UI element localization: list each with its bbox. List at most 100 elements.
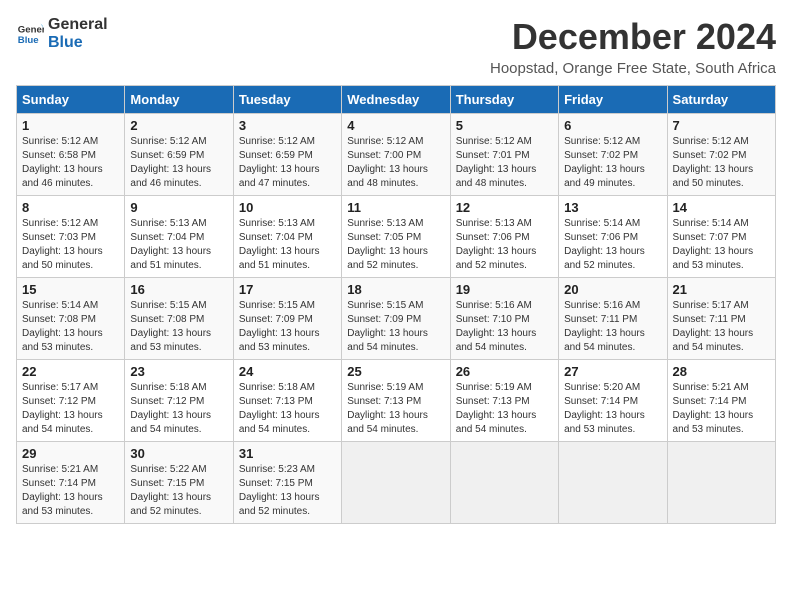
day-number: 17 <box>239 282 336 297</box>
logo-icon: General Blue <box>16 20 44 48</box>
day-number: 29 <box>22 446 119 461</box>
day-info: Sunrise: 5:17 AMSunset: 7:11 PMDaylight:… <box>673 299 770 355</box>
day-info: Sunrise: 5:15 AMSunset: 7:09 PMDaylight:… <box>347 299 444 355</box>
day-number: 1 <box>22 118 119 133</box>
day-number: 25 <box>347 364 444 379</box>
calendar-cell: 2 Sunrise: 5:12 AMSunset: 6:59 PMDaylight… <box>125 114 233 196</box>
day-info: Sunrise: 5:22 AMSunset: 7:15 PMDaylight:… <box>130 463 227 519</box>
calendar-cell: 28 Sunrise: 5:21 AMSunset: 7:14 PMDayligh… <box>667 360 775 442</box>
day-info: Sunrise: 5:12 AMSunset: 7:02 PMDaylight:… <box>673 135 770 191</box>
calendar-cell <box>450 442 558 524</box>
column-header-sunday: Sunday <box>17 86 125 114</box>
column-header-saturday: Saturday <box>667 86 775 114</box>
calendar-cell: 22 Sunrise: 5:17 AMSunset: 7:12 PMDayligh… <box>17 360 125 442</box>
day-info: Sunrise: 5:21 AMSunset: 7:14 PMDaylight:… <box>22 463 119 519</box>
column-header-friday: Friday <box>559 86 667 114</box>
day-number: 12 <box>456 200 553 215</box>
day-number: 20 <box>564 282 661 297</box>
day-number: 11 <box>347 200 444 215</box>
day-number: 6 <box>564 118 661 133</box>
svg-text:General: General <box>18 24 44 35</box>
calendar-cell: 1 Sunrise: 5:12 AMSunset: 6:58 PMDaylight… <box>17 114 125 196</box>
day-info: Sunrise: 5:19 AMSunset: 7:13 PMDaylight:… <box>347 381 444 437</box>
day-number: 26 <box>456 364 553 379</box>
calendar-cell: 16 Sunrise: 5:15 AMSunset: 7:08 PMDayligh… <box>125 278 233 360</box>
month-title: December 2024 <box>490 16 776 58</box>
day-number: 19 <box>456 282 553 297</box>
calendar-cell: 25 Sunrise: 5:19 AMSunset: 7:13 PMDayligh… <box>342 360 450 442</box>
day-number: 3 <box>239 118 336 133</box>
calendar-cell: 23 Sunrise: 5:18 AMSunset: 7:12 PMDayligh… <box>125 360 233 442</box>
calendar-week-row: 8 Sunrise: 5:12 AMSunset: 7:03 PMDaylight… <box>17 196 776 278</box>
logo-blue: Blue <box>48 34 108 52</box>
day-number: 18 <box>347 282 444 297</box>
calendar-cell: 9 Sunrise: 5:13 AMSunset: 7:04 PMDaylight… <box>125 196 233 278</box>
calendar-cell: 7 Sunrise: 5:12 AMSunset: 7:02 PMDaylight… <box>667 114 775 196</box>
day-info: Sunrise: 5:12 AMSunset: 6:59 PMDaylight:… <box>130 135 227 191</box>
calendar-week-row: 1 Sunrise: 5:12 AMSunset: 6:58 PMDaylight… <box>17 114 776 196</box>
logo-general: General <box>48 16 108 34</box>
day-info: Sunrise: 5:12 AMSunset: 6:59 PMDaylight:… <box>239 135 336 191</box>
calendar-cell: 13 Sunrise: 5:14 AMSunset: 7:06 PMDayligh… <box>559 196 667 278</box>
day-number: 27 <box>564 364 661 379</box>
day-info: Sunrise: 5:17 AMSunset: 7:12 PMDaylight:… <box>22 381 119 437</box>
day-number: 31 <box>239 446 336 461</box>
title-area: December 2024 Hoopstad, Orange Free Stat… <box>490 16 776 77</box>
day-number: 23 <box>130 364 227 379</box>
day-number: 2 <box>130 118 227 133</box>
calendar-cell: 24Sunrise: 5:18 AMSunset: 7:13 PMDayligh… <box>233 360 341 442</box>
day-number: 28 <box>673 364 770 379</box>
calendar-cell: 4 Sunrise: 5:12 AMSunset: 7:00 PMDaylight… <box>342 114 450 196</box>
svg-text:Blue: Blue <box>18 34 39 45</box>
day-info: Sunrise: 5:15 AMSunset: 7:09 PMDaylight:… <box>239 299 336 355</box>
day-info: Sunrise: 5:14 AMSunset: 7:08 PMDaylight:… <box>22 299 119 355</box>
calendar-week-row: 29 Sunrise: 5:21 AMSunset: 7:14 PMDayligh… <box>17 442 776 524</box>
day-number: 21 <box>673 282 770 297</box>
calendar-cell: 3 Sunrise: 5:12 AMSunset: 6:59 PMDaylight… <box>233 114 341 196</box>
day-number: 10 <box>239 200 336 215</box>
calendar-week-row: 22 Sunrise: 5:17 AMSunset: 7:12 PMDayligh… <box>17 360 776 442</box>
calendar-cell <box>342 442 450 524</box>
calendar-cell: 27 Sunrise: 5:20 AMSunset: 7:14 PMDayligh… <box>559 360 667 442</box>
day-info: Sunrise: 5:16 AMSunset: 7:10 PMDaylight:… <box>456 299 553 355</box>
day-number: 4 <box>347 118 444 133</box>
day-info: Sunrise: 5:13 AMSunset: 7:06 PMDaylight:… <box>456 217 553 273</box>
day-info: Sunrise: 5:18 AMSunset: 7:12 PMDaylight:… <box>130 381 227 437</box>
calendar-cell: 14 Sunrise: 5:14 AMSunset: 7:07 PMDayligh… <box>667 196 775 278</box>
day-info: Sunrise: 5:12 AMSunset: 7:03 PMDaylight:… <box>22 217 119 273</box>
day-number: 14 <box>673 200 770 215</box>
day-number: 7 <box>673 118 770 133</box>
day-info: Sunrise: 5:14 AMSunset: 7:07 PMDaylight:… <box>673 217 770 273</box>
day-info: Sunrise: 5:14 AMSunset: 7:06 PMDaylight:… <box>564 217 661 273</box>
day-number: 22 <box>22 364 119 379</box>
day-info: Sunrise: 5:12 AMSunset: 6:58 PMDaylight:… <box>22 135 119 191</box>
day-number: 9 <box>130 200 227 215</box>
day-info: Sunrise: 5:12 AMSunset: 7:01 PMDaylight:… <box>456 135 553 191</box>
day-info: Sunrise: 5:13 AMSunset: 7:04 PMDaylight:… <box>130 217 227 273</box>
day-info: Sunrise: 5:21 AMSunset: 7:14 PMDaylight:… <box>673 381 770 437</box>
column-header-thursday: Thursday <box>450 86 558 114</box>
day-info: Sunrise: 5:12 AMSunset: 7:00 PMDaylight:… <box>347 135 444 191</box>
calendar-cell <box>667 442 775 524</box>
calendar-cell: 31Sunrise: 5:23 AMSunset: 7:15 PMDayligh… <box>233 442 341 524</box>
calendar-cell: 21 Sunrise: 5:17 AMSunset: 7:11 PMDayligh… <box>667 278 775 360</box>
day-info: Sunrise: 5:15 AMSunset: 7:08 PMDaylight:… <box>130 299 227 355</box>
calendar-cell: 10 Sunrise: 5:13 AMSunset: 7:04 PMDayligh… <box>233 196 341 278</box>
calendar-cell: 30 Sunrise: 5:22 AMSunset: 7:15 PMDayligh… <box>125 442 233 524</box>
column-header-monday: Monday <box>125 86 233 114</box>
calendar-cell: 20Sunrise: 5:16 AMSunset: 7:11 PMDayligh… <box>559 278 667 360</box>
day-number: 16 <box>130 282 227 297</box>
calendar-body: 1 Sunrise: 5:12 AMSunset: 6:58 PMDaylight… <box>17 114 776 524</box>
column-header-tuesday: Tuesday <box>233 86 341 114</box>
calendar-cell: 6Sunrise: 5:12 AMSunset: 7:02 PMDaylight… <box>559 114 667 196</box>
location-subtitle: Hoopstad, Orange Free State, South Afric… <box>490 60 776 77</box>
day-info: Sunrise: 5:13 AMSunset: 7:04 PMDaylight:… <box>239 217 336 273</box>
day-number: 5 <box>456 118 553 133</box>
calendar-cell: 8 Sunrise: 5:12 AMSunset: 7:03 PMDaylight… <box>17 196 125 278</box>
day-info: Sunrise: 5:20 AMSunset: 7:14 PMDaylight:… <box>564 381 661 437</box>
day-number: 30 <box>130 446 227 461</box>
calendar-cell: 5 Sunrise: 5:12 AMSunset: 7:01 PMDaylight… <box>450 114 558 196</box>
day-number: 8 <box>22 200 119 215</box>
day-number: 13 <box>564 200 661 215</box>
calendar-cell: 26Sunrise: 5:19 AMSunset: 7:13 PMDayligh… <box>450 360 558 442</box>
